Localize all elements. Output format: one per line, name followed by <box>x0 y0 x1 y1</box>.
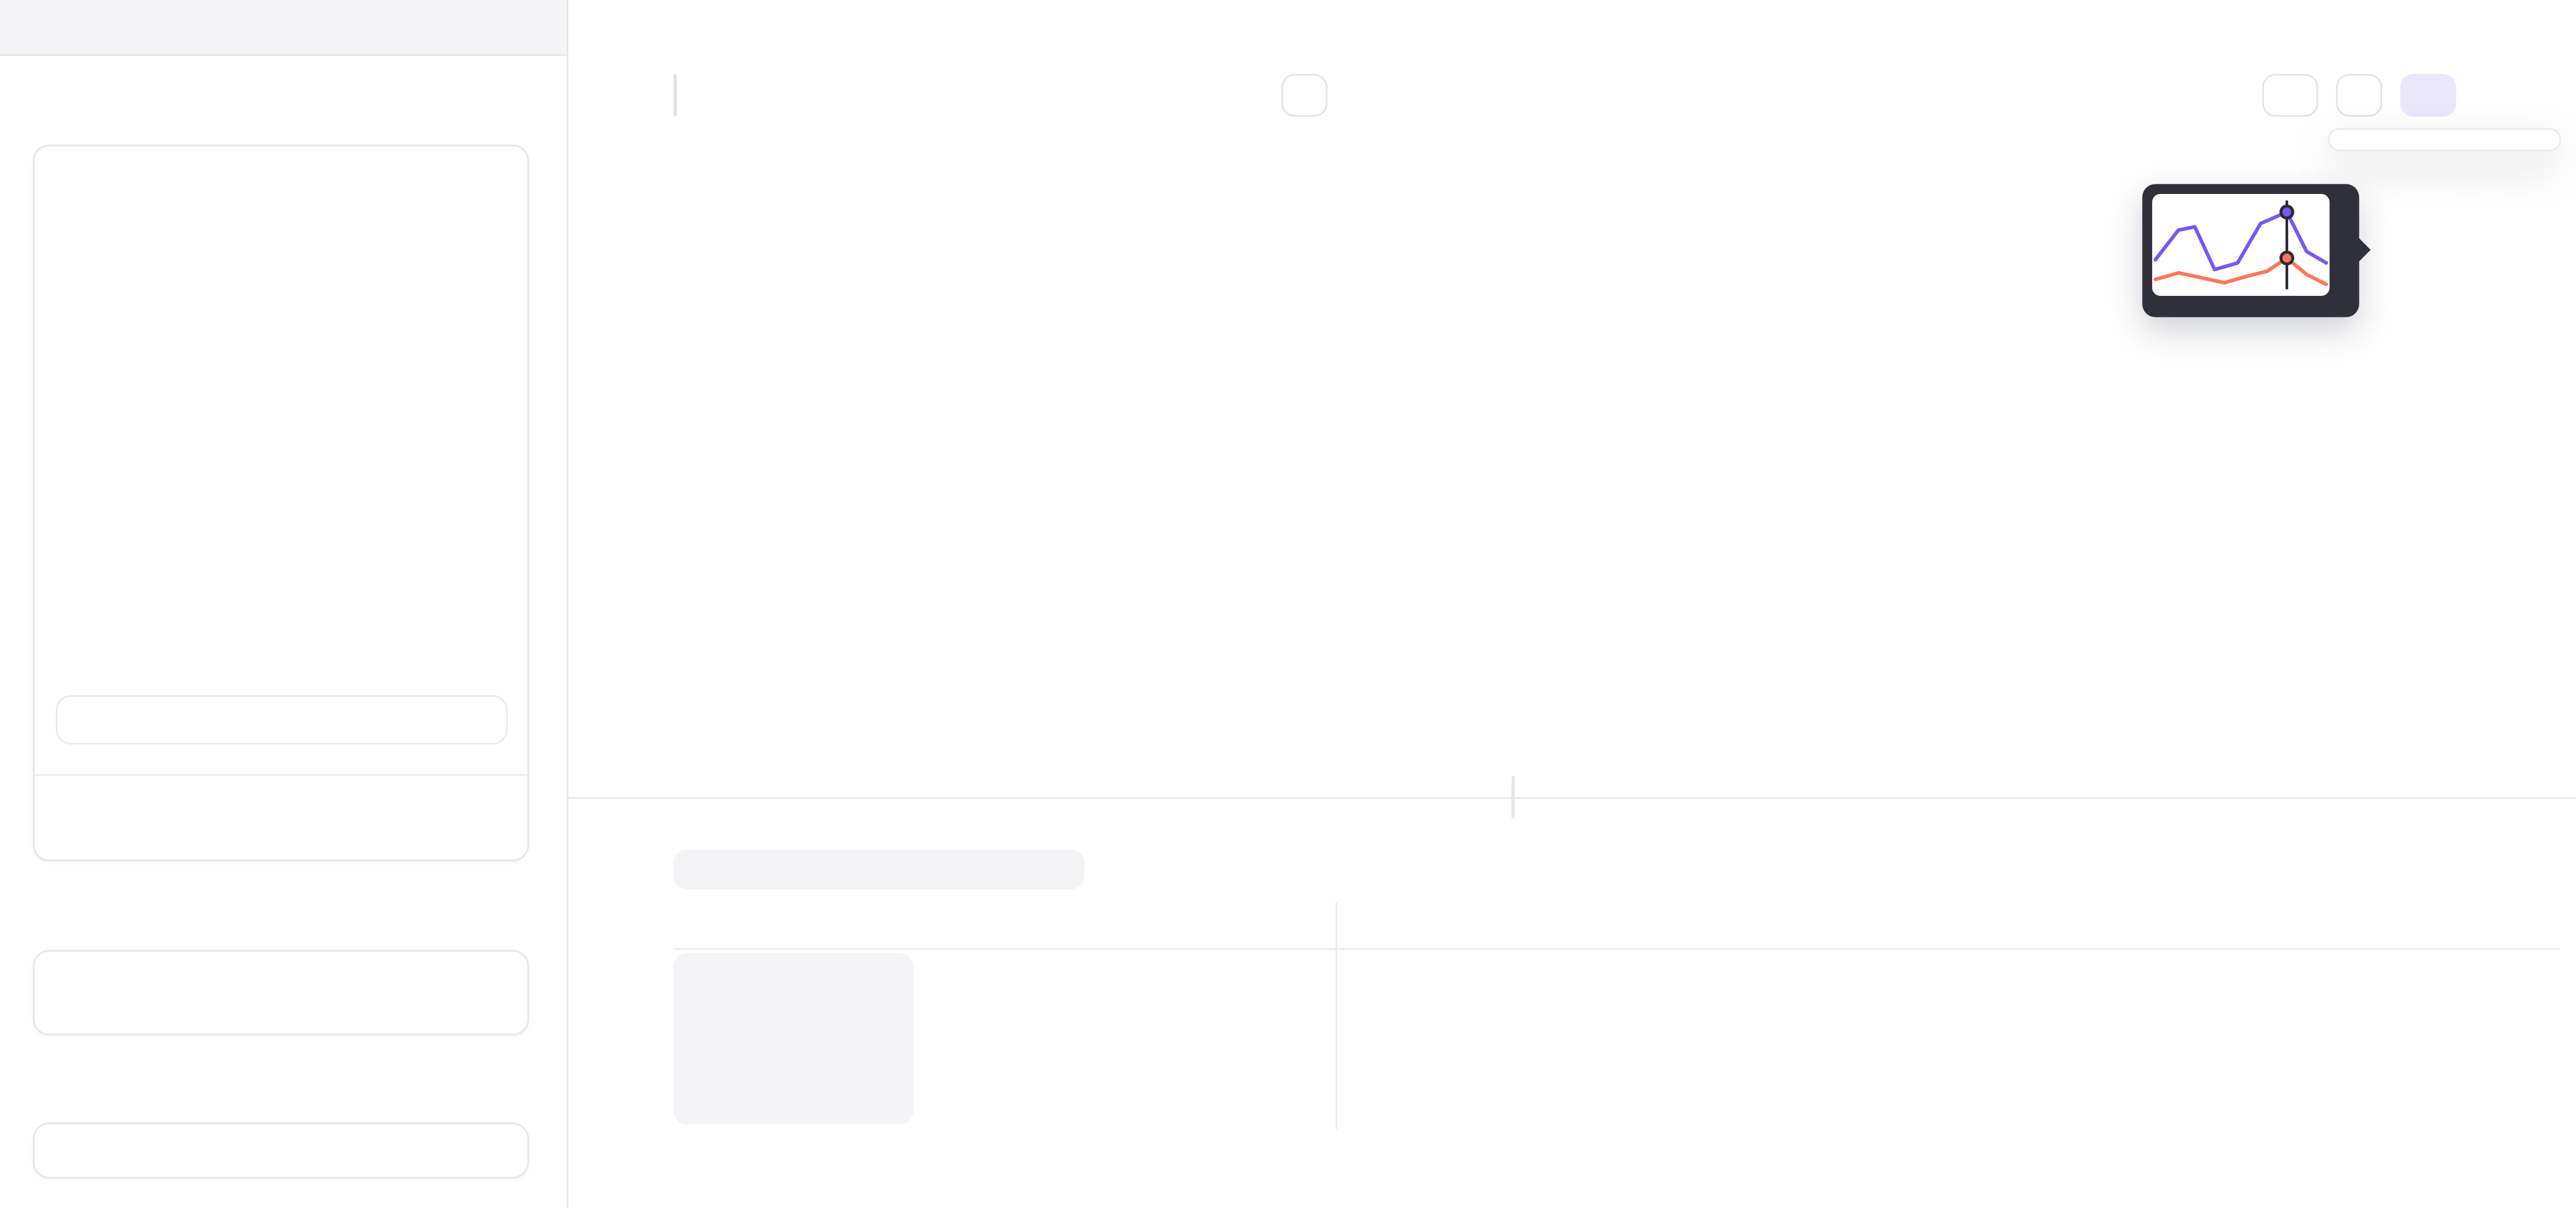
chart-type-menu <box>2328 128 2561 151</box>
divider <box>34 774 527 775</box>
breakdown-table <box>674 902 2559 950</box>
scale-button[interactable] <box>2262 74 2318 117</box>
funnel-group-cell[interactable] <box>674 953 914 1124</box>
layout-toggle-group <box>1511 776 1515 819</box>
chart-controls <box>674 74 2536 117</box>
table-header-row <box>674 902 2559 942</box>
report-type-tabs <box>0 0 568 56</box>
funnel-header[interactable] <box>54 156 511 203</box>
tooltip-text <box>2152 296 2349 307</box>
granularity-button[interactable] <box>2336 74 2382 117</box>
table-column-divider <box>1336 902 1337 1129</box>
sidebar <box>0 56 568 1208</box>
chart-type-button[interactable] <box>2400 74 2456 117</box>
tooltip-mini-chart <box>2152 194 2329 296</box>
filter-card-platform[interactable] <box>33 950 529 1036</box>
app-root <box>0 0 2576 1208</box>
search-input[interactable] <box>703 856 1068 883</box>
panel-divider <box>568 797 2576 799</box>
main-panel <box>568 56 2576 1208</box>
breakdown-card-utm[interactable] <box>33 1123 529 1178</box>
compare-button[interactable] <box>1281 74 1328 117</box>
table-search <box>674 850 1084 889</box>
date-range-segmented-control <box>674 74 677 117</box>
funnel-definition-card <box>33 145 529 862</box>
table-body <box>674 948 2559 950</box>
conversion-window[interactable] <box>56 695 507 744</box>
chart-type-tooltip <box>2142 184 2359 317</box>
